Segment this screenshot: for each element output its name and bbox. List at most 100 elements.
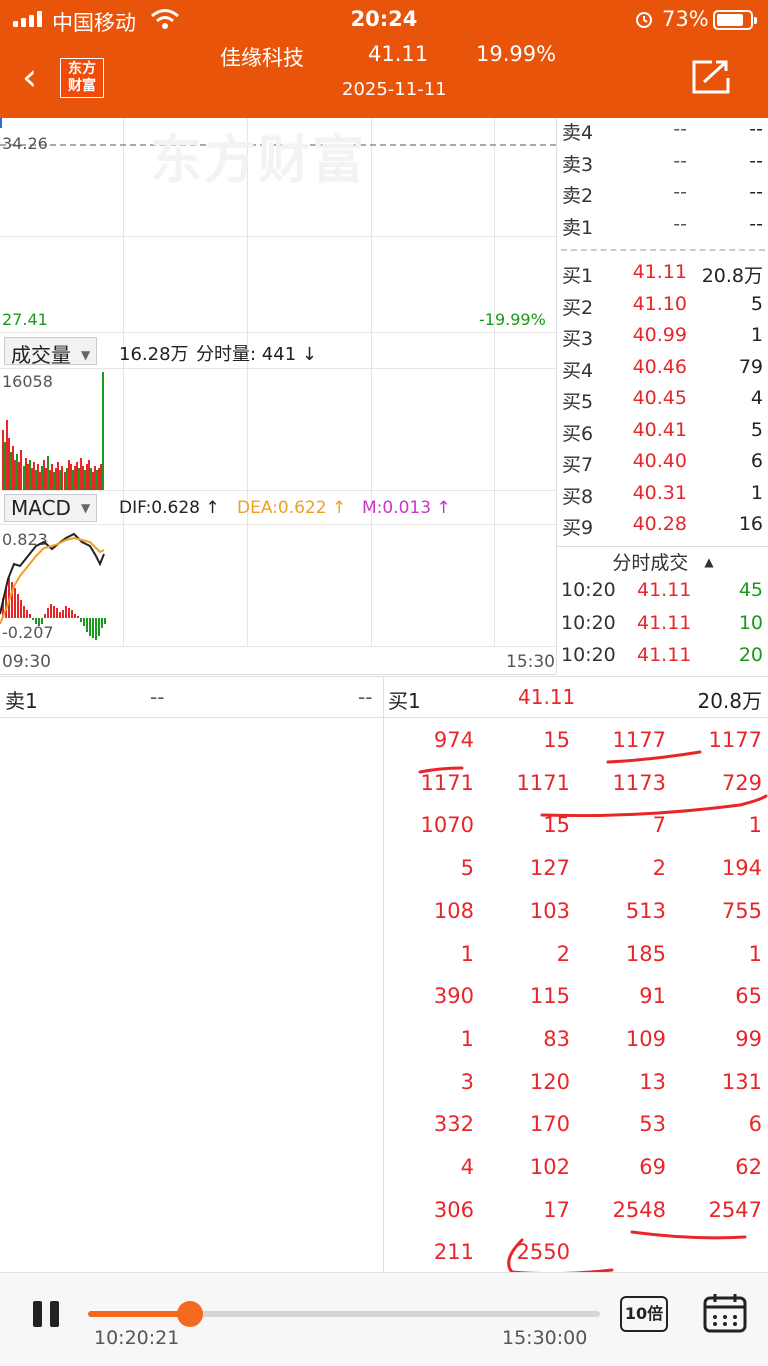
playback-bar: 10:20:21 15:30:00 10倍 bbox=[0, 1272, 768, 1366]
watermark: 东方财富 bbox=[150, 131, 367, 191]
buy-volume: 20.8万 bbox=[701, 265, 763, 287]
queue-order: 108 bbox=[433, 898, 474, 923]
macd-hist-bar bbox=[29, 614, 31, 618]
queue-order: 1 bbox=[748, 941, 762, 966]
stock-change-pct: 19.99% bbox=[476, 42, 557, 66]
buy-row: 买2 41.10 5 bbox=[557, 293, 768, 324]
dea-value: DEA:0.622 ↑ bbox=[237, 498, 347, 518]
sell-volume: -- bbox=[749, 181, 763, 203]
buy-price: 41.10 bbox=[632, 292, 687, 315]
sell1-label: 卖1 bbox=[5, 689, 38, 713]
queue-order: 65 bbox=[735, 984, 762, 1009]
sell-level-label: 卖3 bbox=[562, 153, 594, 176]
macd-hist-bar bbox=[20, 600, 22, 618]
chevron-left-icon[interactable]: ‹ bbox=[22, 58, 37, 96]
buy-row: 买6 40.41 5 bbox=[557, 419, 768, 450]
stock-name: 佳缘科技 bbox=[220, 46, 304, 70]
buy-row: 买4 40.46 79 bbox=[557, 356, 768, 387]
queue-order: 1 bbox=[460, 941, 474, 966]
queue-order: 2547 bbox=[708, 1197, 762, 1222]
queue-order: 2550 bbox=[516, 1240, 570, 1265]
buy-price: 40.28 bbox=[632, 513, 687, 535]
queue-order: 1070 bbox=[420, 813, 474, 838]
playback-slider[interactable] bbox=[88, 1301, 600, 1327]
battery-icon bbox=[713, 10, 757, 30]
queue-order: 5 bbox=[460, 856, 474, 881]
buy-volume: 1 bbox=[750, 481, 763, 504]
macd-hist-bar bbox=[32, 618, 34, 620]
order-book: 卖4 -- -- 卖3 -- -- 卖2 -- -- 卖1 -- -- 买1 41.11 20.8万 买2 4… bbox=[556, 118, 768, 674]
queue-order: 99 bbox=[735, 1026, 762, 1051]
sell-price: -- bbox=[673, 118, 687, 140]
buy1-label: 买1 bbox=[388, 689, 421, 713]
queue-order: 102 bbox=[529, 1155, 570, 1179]
sell-row: 卖1 -- -- bbox=[557, 213, 768, 244]
queue-order: 3 bbox=[460, 1069, 474, 1094]
caret-down-icon: ▼ bbox=[80, 501, 91, 515]
buy-volume: 16 bbox=[738, 513, 763, 535]
queue-order: 127 bbox=[529, 856, 570, 881]
queue-order: 729 bbox=[721, 770, 762, 795]
buy-level-label: 买7 bbox=[562, 454, 594, 476]
buy-price: 40.40 bbox=[632, 450, 687, 472]
queue-order: 17 bbox=[543, 1197, 570, 1222]
price-high-label: 34.26 bbox=[2, 134, 48, 153]
stock-price: 41.11 bbox=[368, 42, 429, 66]
buy-price: 40.31 bbox=[632, 481, 687, 504]
trade-volume: 45 bbox=[738, 579, 763, 601]
macd-hist-bar bbox=[50, 604, 52, 618]
macd-hist-bar bbox=[83, 618, 85, 626]
sell-row: 卖3 -- -- bbox=[557, 150, 768, 181]
buy-volume: 1 bbox=[750, 324, 763, 346]
buy-price: 41.11 bbox=[632, 261, 687, 283]
trade-volume: 20 bbox=[738, 644, 763, 666]
volume-select-label: 成交量 bbox=[11, 343, 71, 367]
buy-level-label: 买1 bbox=[562, 265, 594, 287]
sell1-price: -- bbox=[150, 685, 165, 709]
queue-order: 1171 bbox=[516, 770, 570, 795]
buy-level-label: 买9 bbox=[562, 517, 594, 539]
buy-row: 买9 40.28 16 bbox=[557, 513, 768, 544]
share-icon[interactable] bbox=[690, 58, 732, 96]
intraday-chart[interactable]: 34.26 27.41 -19.99% 成交量 ▼ 16.28万 分时量: 441… bbox=[0, 118, 556, 675]
queue-order: 2 bbox=[652, 856, 666, 881]
sell-level-label: 卖4 bbox=[562, 122, 594, 144]
tick-trades-title[interactable]: 分时成交 ▲ bbox=[557, 548, 768, 578]
macd-hist-bar bbox=[86, 618, 88, 632]
buy-level-label: 买5 bbox=[562, 391, 594, 413]
buy1-price: 41.11 bbox=[518, 685, 576, 709]
trade-time: 10:20 bbox=[561, 644, 616, 666]
queue-order: 194 bbox=[721, 856, 762, 881]
queue-order: 120 bbox=[529, 1069, 570, 1094]
macd-hist-bar bbox=[26, 610, 28, 618]
stock-header: ‹ 东方 财富 佳缘科技 41.11 19.99% 2025-11-11 bbox=[0, 40, 768, 118]
slider-knob[interactable] bbox=[177, 1301, 204, 1327]
status-bar: 中国移动 20:24 73% bbox=[0, 0, 768, 40]
buy-row: 买7 40.40 6 bbox=[557, 450, 768, 481]
queue-order: 1173 bbox=[612, 770, 666, 795]
queue-order: 15 bbox=[543, 728, 570, 752]
buy-price: 40.46 bbox=[632, 355, 687, 378]
macd-indicator-select[interactable]: MACD ▼ bbox=[4, 494, 98, 522]
calendar-icon[interactable] bbox=[703, 1293, 747, 1333]
macd-chart bbox=[0, 532, 106, 640]
pct-low-label: -19.99% bbox=[479, 310, 546, 329]
sell-price: -- bbox=[673, 149, 687, 172]
speed-button[interactable]: 10倍 bbox=[620, 1296, 668, 1332]
buy-price: 40.45 bbox=[632, 387, 687, 409]
queue-order: 83 bbox=[543, 1026, 570, 1051]
m-value: M:0.013 ↑ bbox=[362, 498, 451, 518]
sell-volume: -- bbox=[749, 212, 763, 235]
macd-hist-bar bbox=[47, 608, 49, 618]
caret-up-icon: ▲ bbox=[704, 555, 714, 569]
volume-indicator-select[interactable]: 成交量 ▼ bbox=[4, 337, 98, 367]
buy-volume: 5 bbox=[750, 292, 763, 315]
sell-volume: -- bbox=[749, 149, 763, 172]
queue-order: 170 bbox=[529, 1112, 570, 1137]
macd-hist-bar bbox=[80, 618, 82, 622]
queue-order: 974 bbox=[433, 728, 474, 752]
end-time: 15:30:00 bbox=[502, 1327, 588, 1349]
pause-icon[interactable] bbox=[33, 1301, 61, 1327]
sell-row: 卖2 -- -- bbox=[557, 181, 768, 212]
tick-trades-label: 分时成交 bbox=[612, 552, 689, 574]
